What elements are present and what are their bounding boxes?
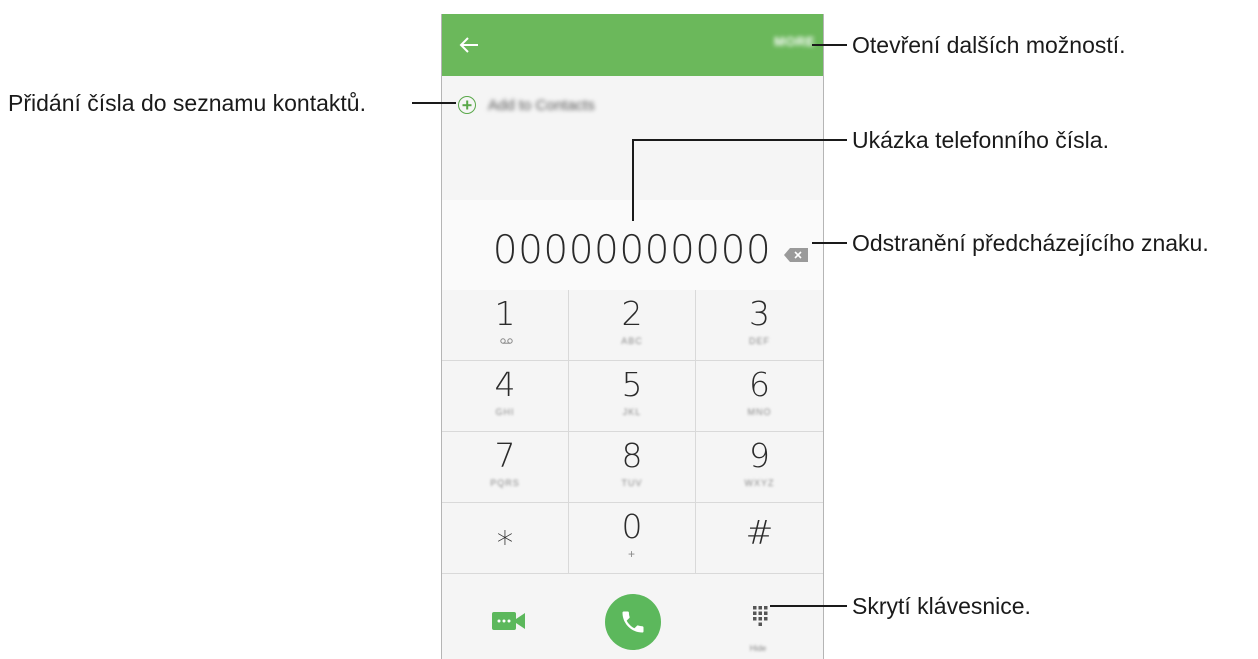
callout-more-options: Otevření dalších možností.: [852, 32, 1126, 58]
leader-line-hide-keypad: [770, 605, 847, 607]
key-digit: 3: [749, 294, 770, 333]
key-digit: ⁎: [496, 513, 514, 552]
leader-line-add-contacts: [412, 102, 456, 104]
key-letters: WXYZ: [744, 478, 775, 488]
app-bar: MORE: [442, 14, 823, 76]
leader-line-number-horizontal: [632, 139, 847, 141]
key-2[interactable]: 2 ABC: [569, 290, 696, 361]
key-letters: GHI: [495, 407, 515, 417]
key-letters: MNO: [747, 407, 772, 417]
add-to-contacts-label: Add to Contacts: [488, 96, 595, 114]
key-6[interactable]: 6 MNO: [696, 361, 823, 432]
leader-line-number-vertical: [632, 139, 634, 221]
key-5[interactable]: 5 JKL: [569, 361, 696, 432]
video-call-button[interactable]: [492, 611, 526, 631]
dial-keypad: 1 2 ABC 3 DEF 4 GHI 5 JKL 6 MNO 7 PQRS 8…: [442, 290, 823, 574]
call-actions-bar: Hide: [442, 574, 823, 659]
key-hash[interactable]: #: [696, 503, 823, 574]
leader-line-backspace: [812, 242, 847, 244]
key-0[interactable]: 0 +: [569, 503, 696, 574]
key-digit: 8: [621, 436, 643, 475]
backspace-icon: [784, 248, 808, 262]
key-plus: +: [627, 547, 636, 561]
phone-screen: MORE Add to Contacts 00000000000 1 2 ABC: [441, 14, 824, 659]
key-digit: 9: [749, 436, 770, 475]
callout-add-to-contacts: Přidání čísla do seznamu kontaktů.: [8, 90, 366, 116]
phone-number-display[interactable]: 00000000000: [442, 228, 822, 273]
key-letters: JKL: [622, 407, 642, 417]
callout-delete-char: Odstranění předcházejícího znaku.: [852, 230, 1209, 256]
callout-number-preview: Ukázka telefonního čísla.: [852, 127, 1109, 153]
key-digit: 0: [621, 507, 643, 546]
key-3[interactable]: 3 DEF: [696, 290, 823, 361]
key-8[interactable]: 8 TUV: [569, 432, 696, 503]
key-letters: DEF: [749, 336, 770, 346]
key-letters: TUV: [621, 478, 643, 488]
key-digit: 6: [749, 365, 770, 404]
add-to-contacts-button[interactable]: Add to Contacts: [458, 93, 738, 117]
leader-line-more: [812, 44, 847, 46]
more-button[interactable]: MORE: [759, 34, 815, 56]
hide-keypad-label: Hide: [749, 644, 767, 653]
back-button[interactable]: [456, 33, 482, 57]
call-button[interactable]: [605, 594, 661, 650]
key-digit: 2: [621, 294, 643, 333]
callout-hide-keypad: Skrytí klávesnice.: [852, 593, 1031, 619]
key-star[interactable]: ⁎: [442, 503, 569, 574]
key-digit: 1: [494, 294, 516, 333]
key-9[interactable]: 9 WXYZ: [696, 432, 823, 503]
key-digit: 7: [494, 436, 516, 475]
voicemail-icon: [500, 338, 513, 344]
key-digit: 4: [494, 365, 516, 404]
key-digit: 5: [621, 365, 643, 404]
arrow-left-icon: [459, 37, 478, 53]
key-digit: #: [745, 513, 774, 552]
key-letters: ABC: [621, 336, 643, 346]
add-circle-icon: [458, 96, 476, 114]
key-1[interactable]: 1: [442, 290, 569, 361]
phone-handset-icon: [622, 611, 644, 633]
video-camera-icon: [492, 612, 525, 630]
key-7[interactable]: 7 PQRS: [442, 432, 569, 503]
backspace-button[interactable]: [784, 248, 808, 262]
key-letters: PQRS: [490, 478, 520, 488]
key-4[interactable]: 4 GHI: [442, 361, 569, 432]
